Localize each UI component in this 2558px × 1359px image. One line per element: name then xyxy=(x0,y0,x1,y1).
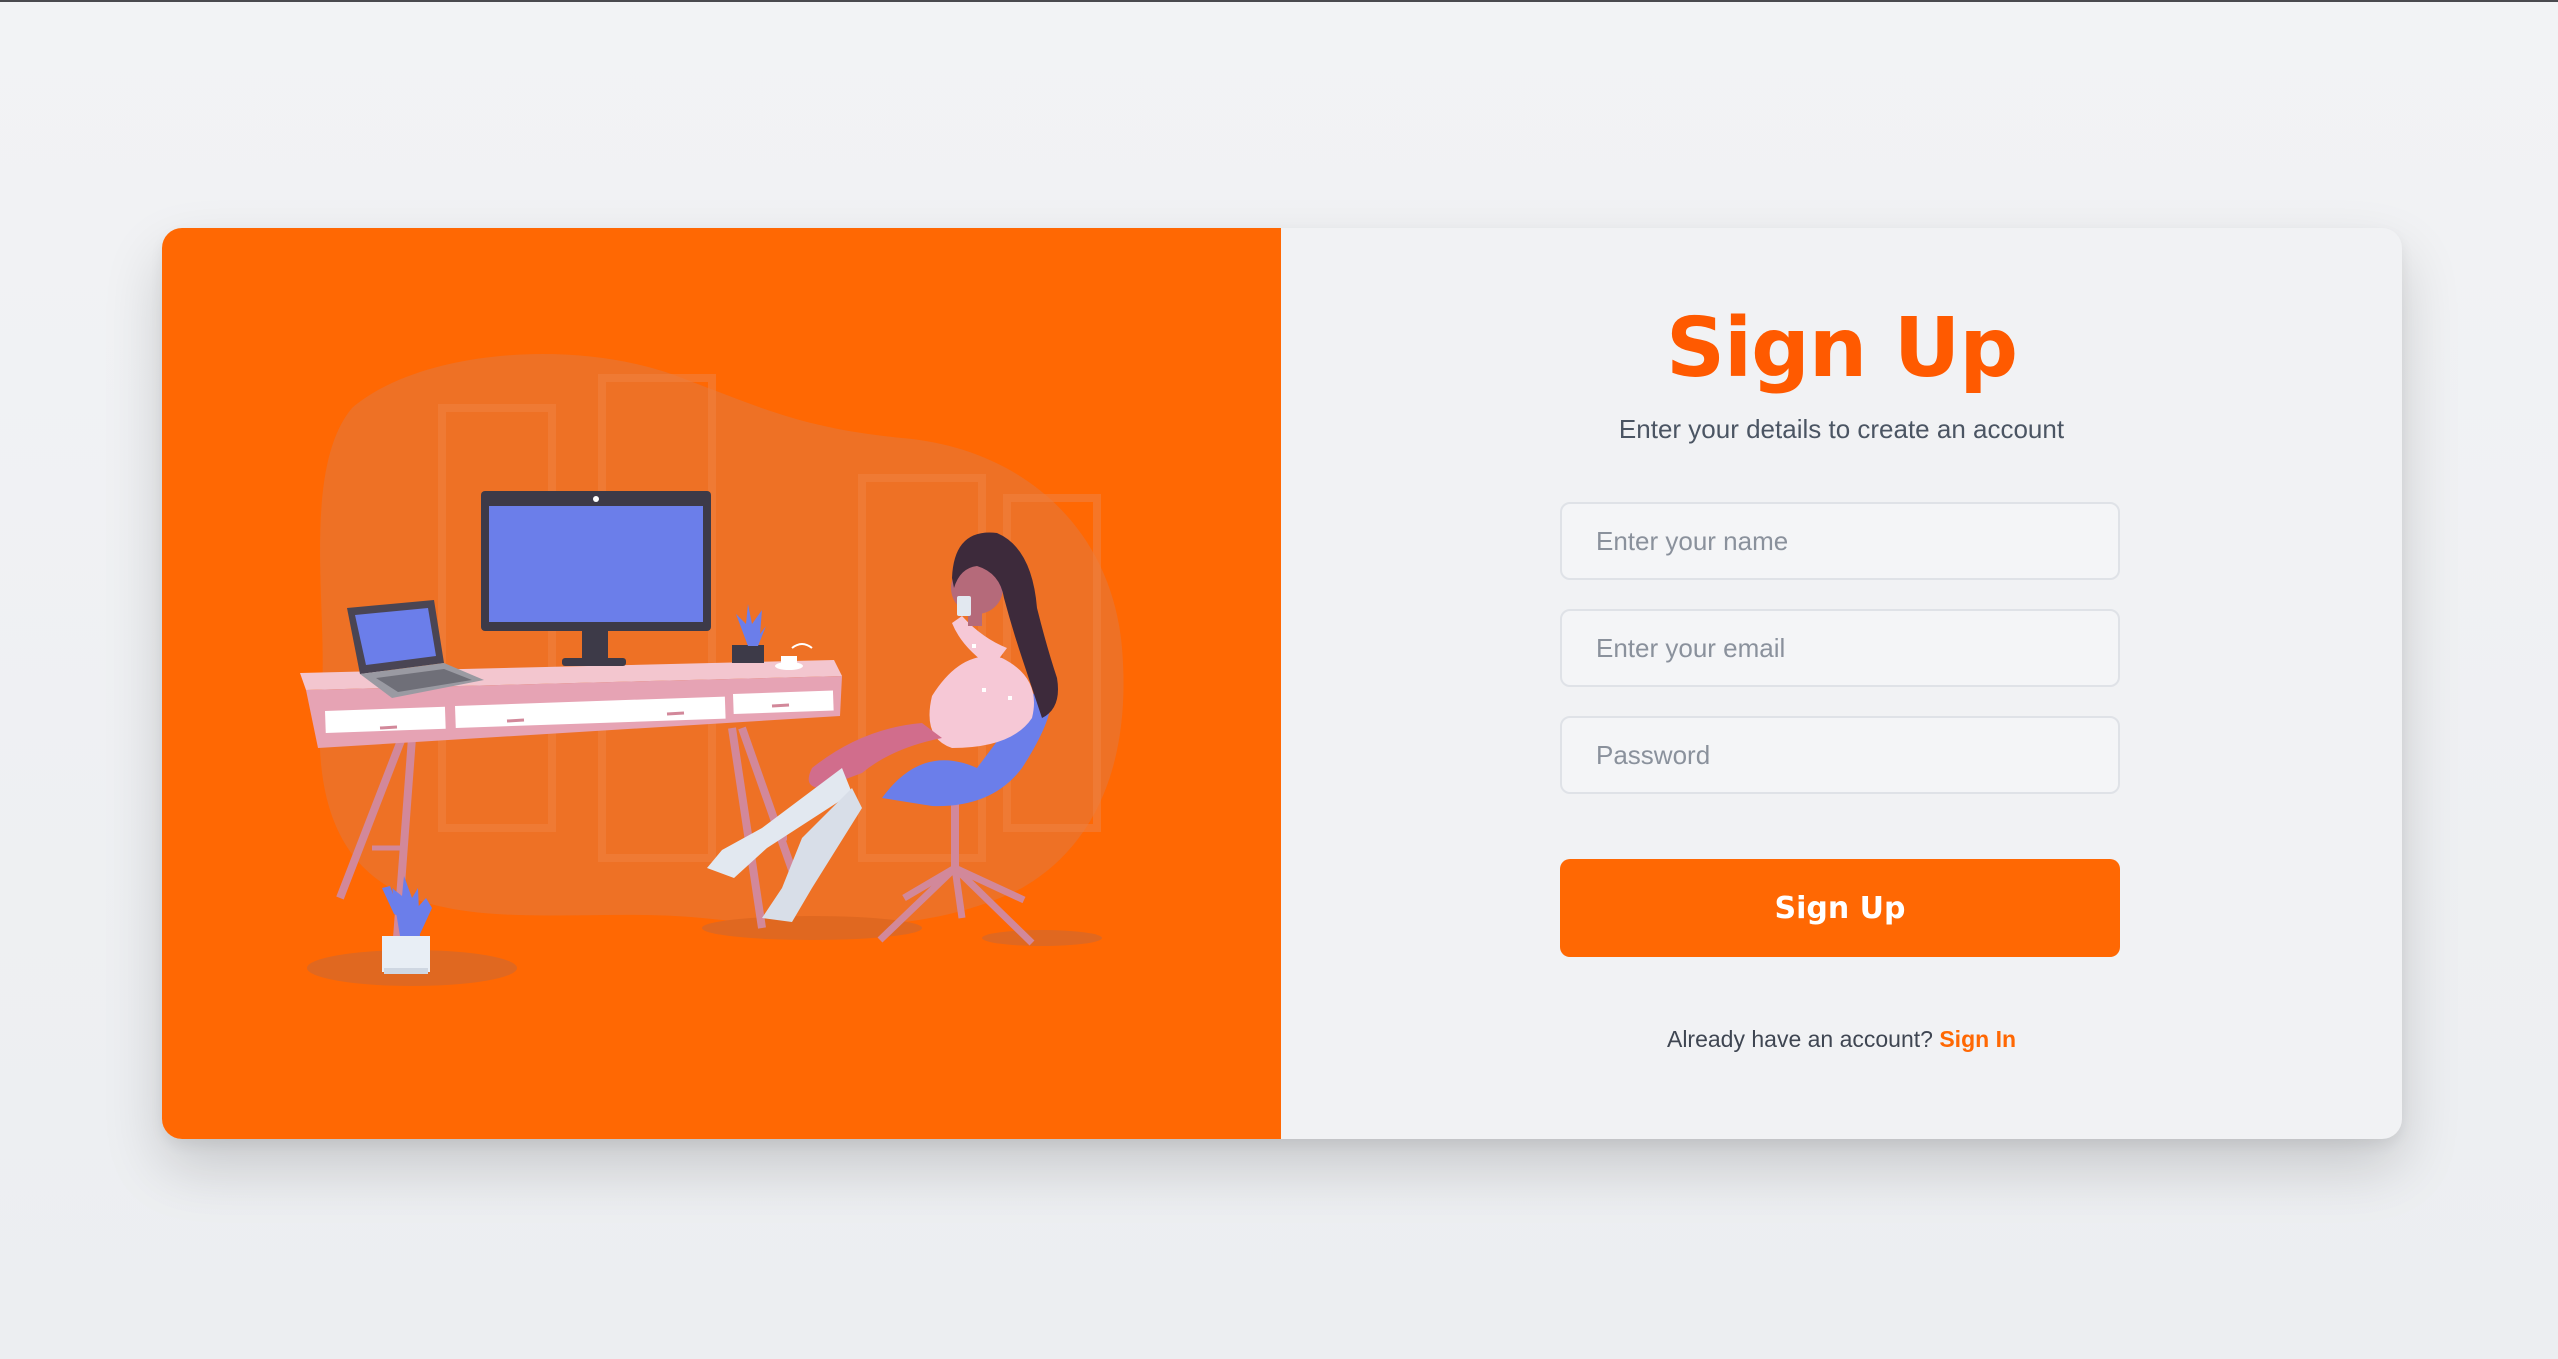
woman-at-desk-illustration xyxy=(300,354,1124,986)
page-title: Sign Up xyxy=(1665,301,2018,396)
signup-form: Sign Up Enter your details to create an … xyxy=(1281,228,2402,1139)
signin-link[interactable]: Sign In xyxy=(1939,1026,2016,1052)
signin-prompt-text: Already have an account? xyxy=(1666,1026,1933,1052)
signup-card: Sign Up Enter your details to create an … xyxy=(162,228,2402,1139)
name-input[interactable] xyxy=(1560,502,2120,580)
password-input[interactable] xyxy=(1560,716,2120,794)
email-input[interactable] xyxy=(1560,609,2120,687)
window-top-border xyxy=(0,0,2558,2)
signup-button[interactable]: Sign Up xyxy=(1560,859,2120,957)
illustration-panel xyxy=(162,228,1281,1139)
page-subtitle: Enter your details to create an account xyxy=(1618,414,2065,444)
signin-prompt-line: Already have an account? Sign In xyxy=(1281,1026,2402,1053)
